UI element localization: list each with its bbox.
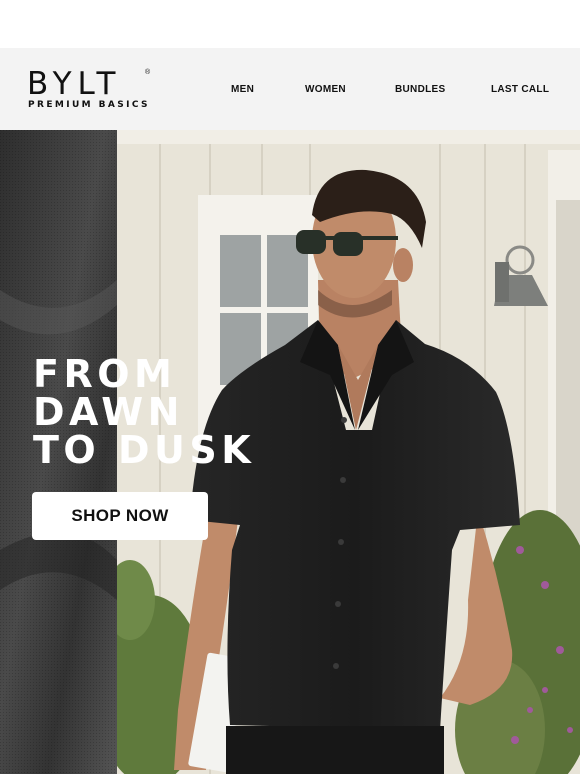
site-header: BYLT ® PREMIUM BASICS MEN WOMEN BUNDLES … bbox=[0, 48, 580, 130]
brand-logo[interactable]: BYLT ® PREMIUM BASICS bbox=[27, 67, 157, 111]
headline-line-3: TO DUSK bbox=[33, 428, 256, 472]
registered-mark: ® bbox=[145, 69, 151, 76]
nav-item-bundles[interactable]: BUNDLES bbox=[395, 84, 445, 96]
hero-headline: FROM DAWN TO DUSK bbox=[33, 355, 255, 469]
nav-item-men[interactable]: MEN bbox=[231, 84, 254, 96]
shop-now-button[interactable]: SHOP NOW bbox=[32, 492, 208, 540]
brand-wordmark: BYLT bbox=[27, 66, 122, 102]
nav-item-women[interactable]: WOMEN bbox=[305, 84, 346, 96]
headline-line-1: FROM bbox=[33, 352, 177, 396]
brand-tagline: PREMIUM BASICS bbox=[28, 100, 150, 110]
headline-line-2: DAWN bbox=[33, 390, 184, 434]
hero-banner[interactable]: FROM DAWN TO DUSK SHOP NOW bbox=[0, 130, 580, 774]
nav-item-last-call[interactable]: LAST CALL bbox=[491, 84, 549, 96]
